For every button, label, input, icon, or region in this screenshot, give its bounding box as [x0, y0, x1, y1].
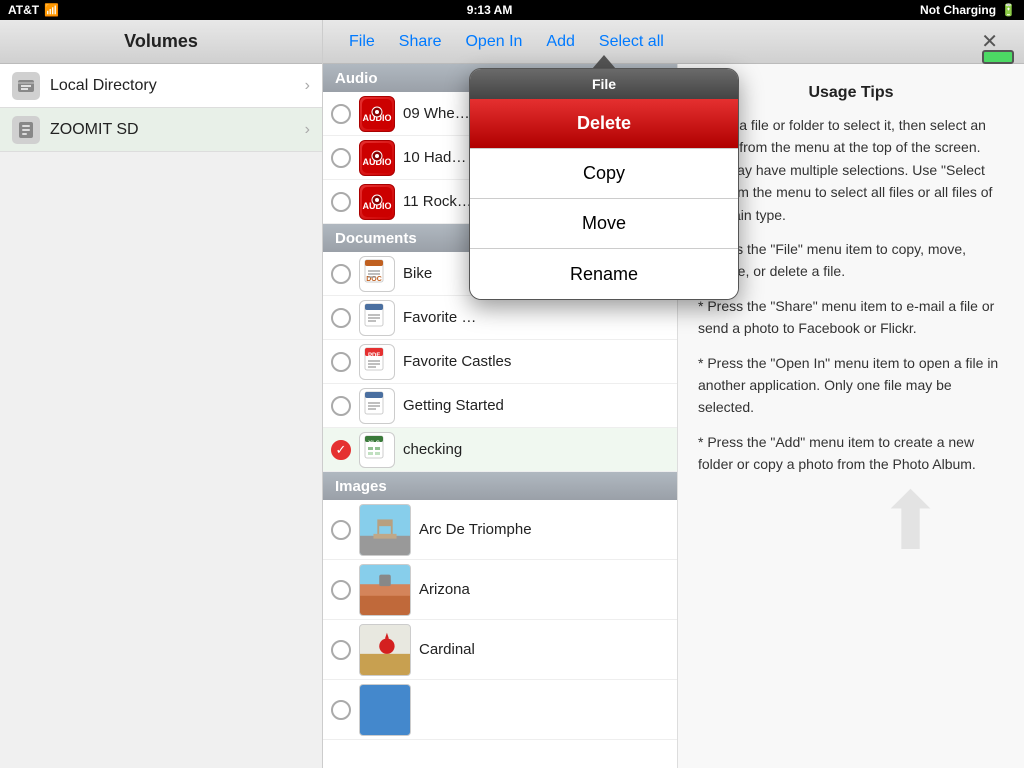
status-bar: AT&T 📶 9:13 AM Not Charging 🔋 [0, 0, 1024, 20]
battery-status-label: Not Charging [920, 3, 996, 17]
status-left: AT&T 📶 [8, 3, 59, 17]
popup-title: File [592, 76, 616, 92]
popup-modal: File Delete Copy Move Rename [469, 68, 739, 300]
popup-title-bar: File [470, 69, 738, 99]
popup-arrow [592, 55, 616, 69]
time-label: 9:13 AM [467, 3, 513, 17]
popup-overlay: File Delete Copy Move Rename [0, 0, 1024, 768]
wifi-icon: 📶 [44, 3, 59, 17]
copy-button[interactable]: Copy [470, 149, 738, 199]
battery-icon: 🔋 [1001, 3, 1016, 17]
move-button[interactable]: Move [470, 199, 738, 249]
carrier-label: AT&T [8, 3, 39, 17]
delete-button[interactable]: Delete [470, 99, 738, 149]
rename-button[interactable]: Rename [470, 249, 738, 299]
status-right: Not Charging 🔋 [920, 3, 1016, 17]
